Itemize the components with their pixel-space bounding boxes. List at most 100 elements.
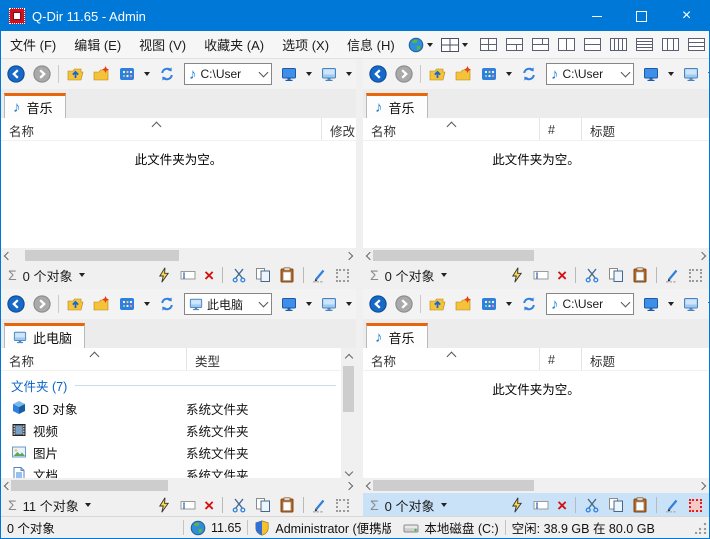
group-header[interactable]: 文件夹 (7) (1, 371, 356, 397)
refresh-button[interactable] (155, 62, 179, 86)
desktop-dropdown[interactable] (665, 292, 677, 316)
desktop-dropdown[interactable] (665, 62, 677, 86)
folder-up-button[interactable] (63, 292, 87, 316)
pane-focus-indicator[interactable] (336, 269, 349, 282)
new-folder-button[interactable] (451, 292, 475, 316)
view-mode-dropdown[interactable] (503, 292, 515, 316)
horizontal-scrollbar[interactable] (363, 248, 709, 263)
column-name[interactable]: 名称 (363, 348, 539, 370)
scroll-left-icon[interactable] (4, 251, 12, 259)
paste-button[interactable] (632, 497, 648, 513)
forward-button[interactable] (392, 292, 416, 316)
desktop2-dropdown[interactable] (705, 62, 710, 86)
view-mode-button[interactable] (477, 62, 501, 86)
scroll-right-icon[interactable] (345, 251, 353, 259)
minimize-button[interactable] (574, 1, 619, 31)
desktop-dropdown[interactable] (303, 62, 315, 86)
column-type[interactable]: 类型 (186, 348, 356, 370)
count-dropdown-icon[interactable] (441, 273, 447, 277)
column-name[interactable]: 名称 (1, 348, 186, 370)
desktop2-dropdown[interactable] (705, 292, 710, 316)
delete-button[interactable]: × (557, 497, 567, 514)
cut-button[interactable] (231, 267, 247, 283)
scroll-down-icon[interactable] (344, 468, 352, 476)
list-item[interactable]: 文档 系统文件夹 (1, 463, 356, 478)
list-item[interactable]: 图片 系统文件夹 (1, 441, 356, 463)
layout-two-horizontal-button[interactable] (584, 38, 601, 51)
back-button[interactable] (366, 62, 390, 86)
menu-file[interactable]: 文件 (F) (1, 31, 65, 58)
folder-up-button[interactable] (63, 62, 87, 86)
pane-focus-indicator-active[interactable] (689, 499, 702, 512)
new-folder-button[interactable] (89, 292, 113, 316)
copy-button[interactable] (608, 267, 624, 283)
cut-button[interactable] (584, 497, 600, 513)
copy-button[interactable] (255, 497, 271, 513)
edit-button[interactable] (312, 497, 328, 513)
language-globe-button[interactable] (406, 35, 435, 55)
quick-actions-button[interactable] (509, 267, 525, 283)
desktop2-dropdown[interactable] (343, 292, 355, 316)
rename-button[interactable] (533, 497, 549, 513)
menu-view[interactable]: 视图 (V) (130, 31, 195, 58)
desktop-dropdown[interactable] (303, 292, 315, 316)
tab-music[interactable]: ♪ 音乐 (4, 93, 66, 118)
tab-music[interactable]: ♪ 音乐 (366, 93, 428, 118)
desktop-button[interactable] (277, 62, 301, 86)
column-title[interactable]: 标题 (581, 348, 709, 370)
desktop2-button[interactable] (317, 62, 341, 86)
desktop-button[interactable] (639, 62, 663, 86)
view-mode-button[interactable] (477, 292, 501, 316)
edit-button[interactable] (665, 267, 681, 283)
count-dropdown-icon[interactable] (441, 503, 447, 507)
layout-split-bottom-right-button[interactable] (506, 38, 523, 51)
menu-info[interactable]: 信息 (H) (338, 31, 404, 58)
delete-button[interactable]: × (204, 497, 214, 514)
column-title[interactable]: 标题 (581, 118, 709, 140)
close-button[interactable]: × (664, 1, 709, 31)
rename-button[interactable] (180, 497, 196, 513)
column-name[interactable]: 名称 (363, 118, 539, 140)
count-dropdown-icon[interactable] (85, 503, 91, 507)
view-mode-dropdown[interactable] (503, 62, 515, 86)
quick-actions-button[interactable] (156, 497, 172, 513)
address-combobox[interactable]: ♪ C:\User (546, 63, 634, 85)
paste-button[interactable] (279, 267, 295, 283)
paste-button[interactable] (279, 497, 295, 513)
layout-two-vertical-button[interactable] (558, 38, 575, 51)
back-button[interactable] (4, 62, 28, 86)
menu-edit[interactable]: 编辑 (E) (65, 31, 130, 58)
new-folder-button[interactable] (451, 62, 475, 86)
refresh-button[interactable] (517, 62, 541, 86)
view-mode-dropdown[interactable] (141, 62, 153, 86)
copy-button[interactable] (255, 267, 271, 283)
scrollbar-thumb[interactable] (343, 366, 354, 412)
forward-button[interactable] (30, 62, 54, 86)
forward-button[interactable] (30, 292, 54, 316)
count-dropdown-icon[interactable] (79, 273, 85, 277)
scrollbar-thumb[interactable] (25, 250, 179, 261)
version-segment[interactable]: 11.65 (184, 517, 247, 538)
disk-segment[interactable]: 本地磁盘 (C:) (397, 517, 504, 538)
back-button[interactable] (366, 292, 390, 316)
scroll-up-icon[interactable] (344, 354, 352, 362)
layout-main-button[interactable] (439, 36, 470, 54)
desktop-button[interactable] (277, 292, 301, 316)
scroll-right-icon[interactable] (345, 481, 353, 489)
desktop2-button[interactable] (679, 292, 703, 316)
list-item[interactable]: 3D 对象 系统文件夹 (1, 397, 356, 419)
cut-button[interactable] (231, 497, 247, 513)
new-folder-button[interactable] (89, 62, 113, 86)
edit-button[interactable] (665, 497, 681, 513)
scrollbar-thumb[interactable] (11, 480, 168, 491)
forward-button[interactable] (392, 62, 416, 86)
view-mode-button[interactable] (115, 292, 139, 316)
edit-button[interactable] (312, 267, 328, 283)
delete-button[interactable]: × (557, 267, 567, 284)
folder-up-button[interactable] (425, 292, 449, 316)
maximize-button[interactable] (619, 1, 664, 31)
column-modified[interactable]: 修改日 (321, 118, 356, 140)
paste-button[interactable] (632, 267, 648, 283)
horizontal-scrollbar[interactable] (1, 248, 356, 263)
resize-grip[interactable] (695, 522, 707, 534)
